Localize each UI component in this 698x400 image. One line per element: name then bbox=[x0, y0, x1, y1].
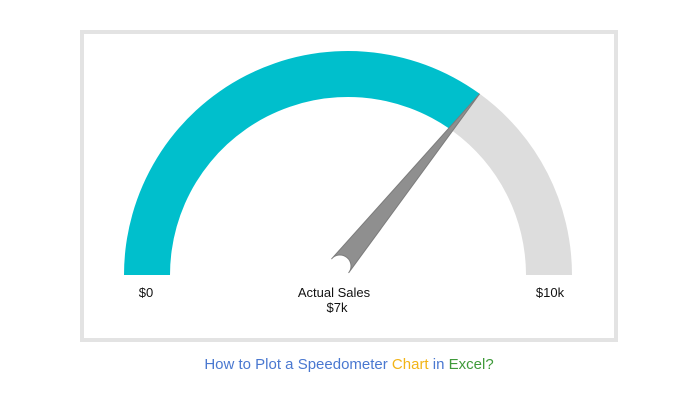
caption-part-1: How to Plot a Speedometer bbox=[204, 356, 388, 373]
gauge-value-title: Actual Sales bbox=[298, 285, 371, 300]
caption-part-3: in bbox=[432, 356, 445, 373]
speedometer-chart: $0 $10k Actual Sales $7k bbox=[124, 50, 572, 315]
gauge-max-label: $10k bbox=[536, 285, 565, 300]
caption-part-4: Excel? bbox=[448, 356, 494, 373]
page-caption: How to Plot a Speedometer Chart in Excel… bbox=[0, 356, 698, 373]
caption-part-2: Chart bbox=[391, 356, 429, 373]
gauge-needle bbox=[331, 93, 481, 274]
gauge-remaining-arc bbox=[452, 93, 572, 276]
gauge-value-label: $7k bbox=[327, 300, 348, 315]
gauge-min-label: $0 bbox=[139, 285, 153, 300]
